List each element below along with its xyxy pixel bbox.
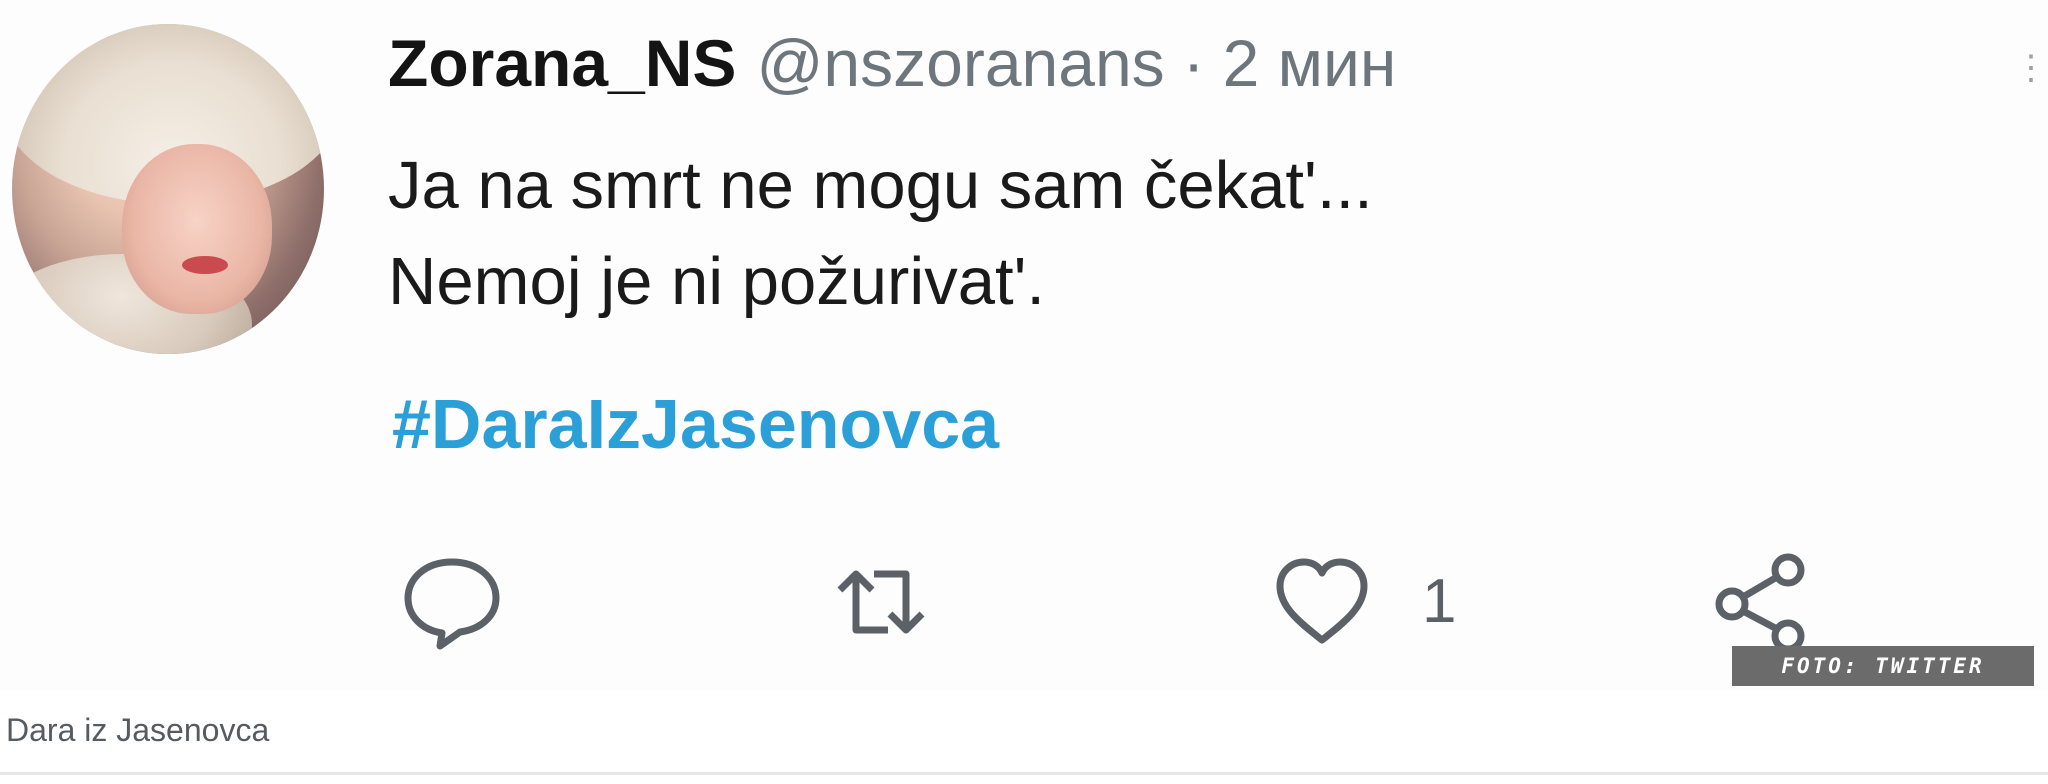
display-name[interactable]: Zorana_NS bbox=[388, 18, 736, 108]
reply-icon bbox=[404, 558, 500, 650]
tweet-text: Ja na smrt ne mogu sam čekat'... Nemoj j… bbox=[388, 138, 1888, 330]
share-icon bbox=[1715, 553, 1805, 652]
header-separator: · bbox=[1182, 26, 1205, 100]
tweet-timestamp[interactable]: 2 мин bbox=[1223, 18, 1397, 108]
reply-button[interactable] bbox=[400, 552, 504, 652]
tweet-text-line: Nemoj je ni požurivat'. bbox=[388, 244, 1046, 319]
tweet-actions: 1 bbox=[0, 540, 2048, 660]
more-options-icon[interactable]: ⋮ bbox=[2014, 48, 2048, 88]
tweet-card: Zorana_NS @nszoranans · 2 мин ⋮ Ja na sm… bbox=[0, 0, 2048, 690]
avatar[interactable] bbox=[12, 24, 324, 354]
retweet-button[interactable] bbox=[826, 552, 936, 652]
hashtag-link[interactable]: #DaraIzJasenovca bbox=[392, 376, 999, 472]
photo-credit-badge: FOTO: TWITTER bbox=[1732, 646, 2034, 686]
share-button[interactable] bbox=[1712, 552, 1812, 652]
user-handle[interactable]: @nszoranans bbox=[756, 18, 1164, 108]
heart-icon bbox=[1276, 558, 1368, 644]
divider bbox=[0, 772, 2048, 775]
like-count: 1 bbox=[1422, 567, 1457, 636]
avatar-lips bbox=[182, 256, 228, 274]
avatar-face bbox=[122, 144, 272, 314]
tweet-text-line: Ja na smrt ne mogu sam čekat'... bbox=[388, 148, 1373, 223]
tweet-header: Zorana_NS @nszoranans · 2 мин bbox=[388, 18, 1396, 108]
retweet-icon bbox=[837, 570, 925, 634]
like-button[interactable]: 1 bbox=[1272, 552, 1456, 652]
image-caption: Dara iz Jasenovca bbox=[6, 712, 270, 748]
